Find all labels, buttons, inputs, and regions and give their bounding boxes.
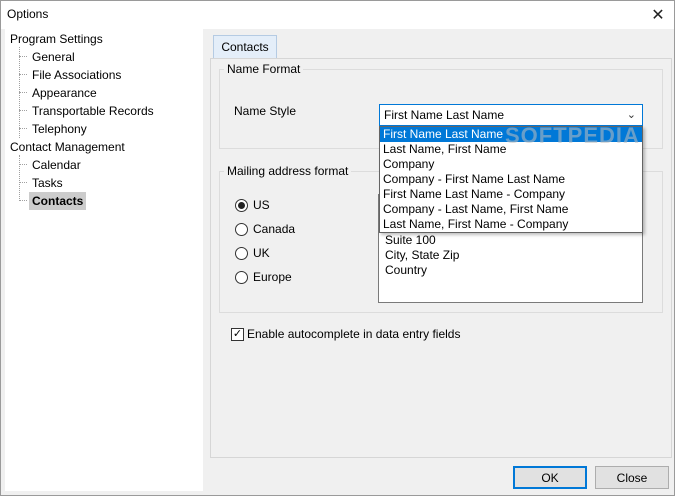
- dropdown-option[interactable]: First Name Last Name - Company: [380, 187, 642, 202]
- tree-item-appearance[interactable]: Appearance: [29, 84, 100, 102]
- radio-canada[interactable]: Canada: [235, 221, 295, 237]
- tree-connector: [19, 128, 27, 129]
- autocomplete-label: Enable autocomplete in data entry fields: [247, 327, 461, 341]
- settings-tree: Program Settings General File Associatio…: [5, 29, 203, 491]
- tree-item-calendar[interactable]: Calendar: [29, 156, 84, 174]
- radio-button[interactable]: [235, 222, 248, 236]
- dropdown-option[interactable]: Company - First Name Last Name: [380, 172, 642, 187]
- name-format-title: Name Format: [224, 62, 304, 76]
- mailing-address-title: Mailing address format: [224, 164, 352, 178]
- tree-item-telephony[interactable]: Telephony: [29, 120, 90, 138]
- name-style-select[interactable]: First Name Last Name ⌄: [379, 104, 643, 126]
- radio-label: Canada: [253, 222, 296, 236]
- autocomplete-checkbox[interactable]: ✓ Enable autocomplete in data entry fiel…: [231, 327, 460, 341]
- tree-item-transportable-records[interactable]: Transportable Records: [29, 102, 157, 120]
- dropdown-option[interactable]: Last Name, First Name: [380, 142, 642, 157]
- close-icon[interactable]: ✕: [642, 1, 674, 29]
- options-window: Options ✕ Program Settings General File …: [0, 0, 675, 496]
- dropdown-option[interactable]: First Name Last Name: [380, 127, 642, 142]
- tree-connector: [19, 110, 27, 111]
- tree-item-tasks[interactable]: Tasks: [29, 174, 66, 192]
- tree-item-contacts[interactable]: Contacts: [29, 192, 87, 210]
- title-bar[interactable]: Options ✕: [1, 1, 674, 29]
- tree-connector: [19, 155, 20, 201]
- tree-connector: [19, 74, 27, 75]
- address-line: City, State Zip: [385, 248, 460, 262]
- tree-connector: [19, 92, 27, 93]
- radio-button[interactable]: [235, 270, 248, 284]
- tree-connector: [19, 182, 27, 183]
- radio-button[interactable]: [235, 198, 248, 212]
- name-style-value: First Name Last Name: [384, 108, 505, 122]
- chevron-down-icon[interactable]: ⌄: [627, 108, 636, 121]
- tree-item-program-settings[interactable]: Program Settings: [10, 30, 103, 48]
- address-line: Suite 100: [385, 233, 436, 247]
- tree-connector: [19, 164, 27, 165]
- tree-item-contact-management[interactable]: Contact Management: [10, 138, 125, 156]
- window-title: Options: [7, 7, 49, 21]
- radio-europe[interactable]: Europe: [235, 269, 292, 285]
- close-button[interactable]: Close: [595, 466, 669, 489]
- dropdown-option[interactable]: Company - Last Name, First Name: [380, 202, 642, 217]
- radio-button[interactable]: [235, 246, 248, 260]
- tree-connector: [19, 56, 27, 57]
- tab-contacts[interactable]: Contacts: [213, 35, 277, 59]
- checkbox-box[interactable]: ✓: [231, 327, 244, 341]
- radio-selected-dot: [238, 201, 245, 209]
- radio-label: US: [253, 198, 270, 212]
- dropdown-option[interactable]: Last Name, First Name - Company: [380, 217, 642, 232]
- name-style-dropdown: First Name Last Name Last Name, First Na…: [379, 126, 643, 233]
- radio-label: UK: [253, 246, 270, 260]
- radio-label: Europe: [253, 270, 292, 284]
- ok-button[interactable]: OK: [513, 466, 587, 489]
- name-style-label: Name Style: [234, 104, 297, 118]
- tree-item-general[interactable]: General: [29, 48, 78, 66]
- radio-us[interactable]: US: [235, 197, 270, 213]
- address-line: Country: [385, 263, 428, 277]
- radio-uk[interactable]: UK: [235, 245, 270, 261]
- tree-connector: [19, 200, 27, 201]
- tree-item-file-associations[interactable]: File Associations: [29, 66, 124, 84]
- dropdown-option[interactable]: Company: [380, 157, 642, 172]
